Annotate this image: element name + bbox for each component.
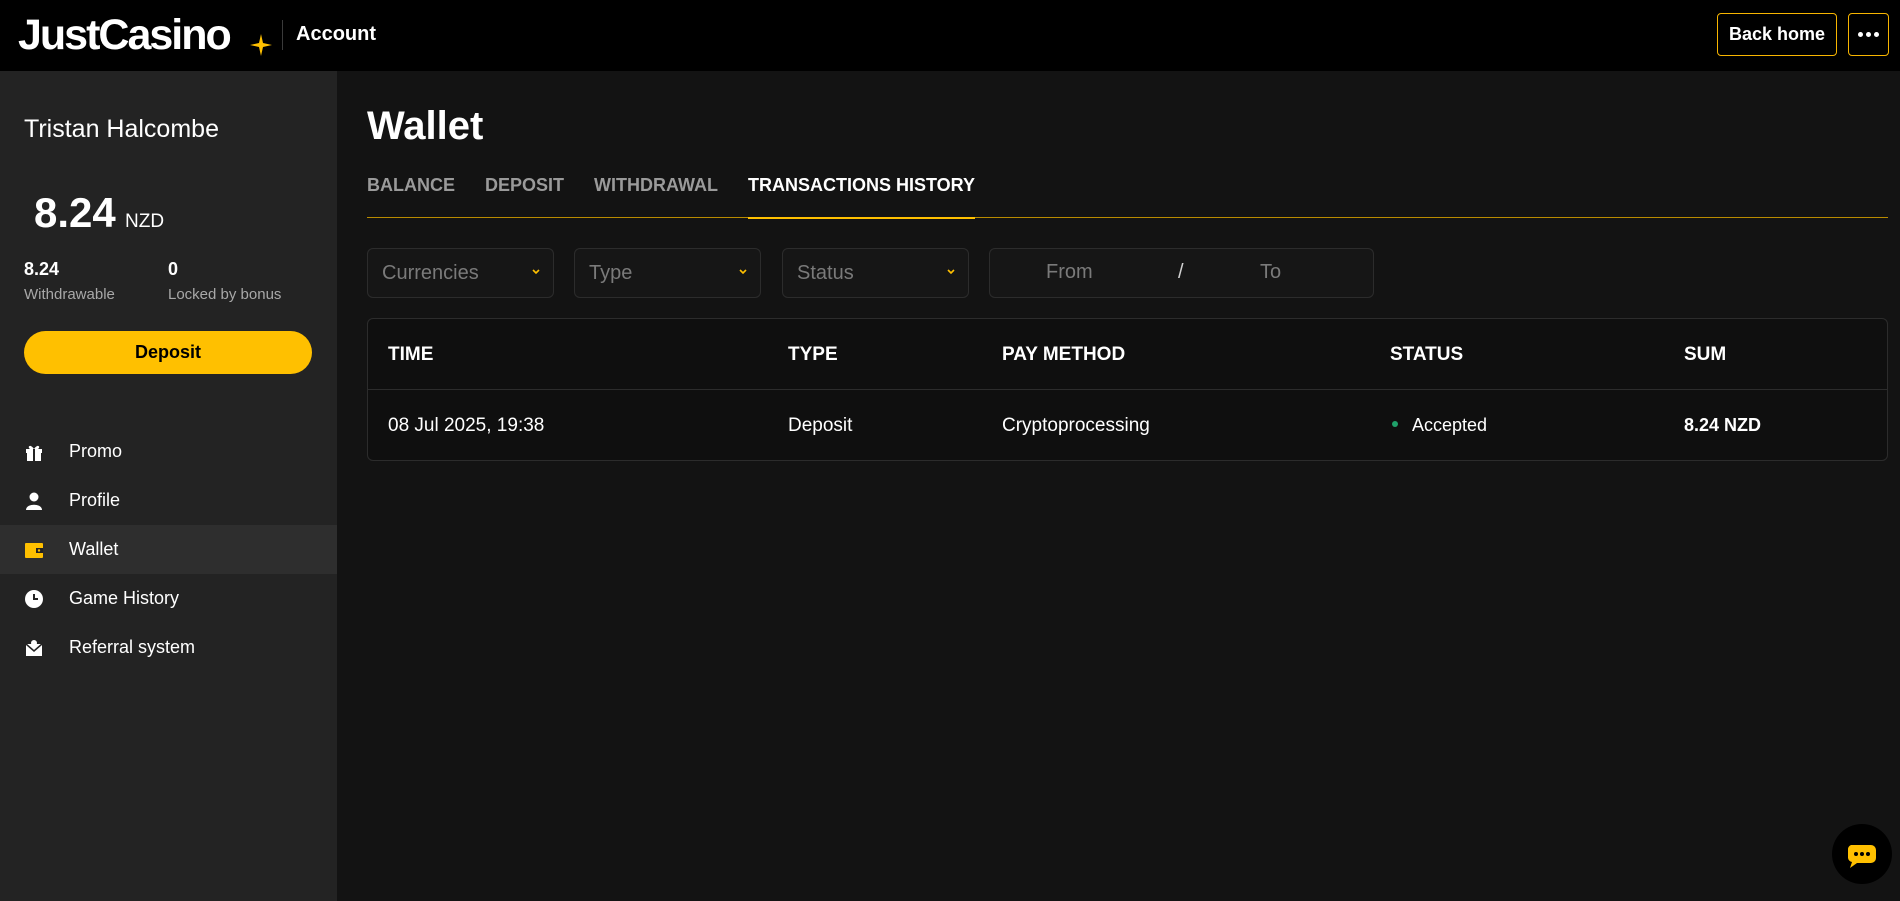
date-from-input[interactable]: From [1046,261,1093,284]
currencies-select-label: Currencies [382,261,479,284]
chat-support-button[interactable] [1832,824,1892,884]
user-icon [24,491,44,511]
type-select-label: Type [589,261,633,284]
wallet-tabs: BALANCE DEPOSIT WITHDRAWAL TRANSACTIONS … [367,172,1888,219]
balance-amount: 8.24 [34,189,116,236]
status-dot-icon [1392,421,1398,427]
gift-icon [24,442,44,462]
cell-sum: 8.24 NZD [1684,415,1762,435]
chevron-down-icon [947,269,955,275]
type-select[interactable]: Type [574,248,761,298]
chevron-down-icon [532,269,540,275]
currencies-select[interactable]: Currencies [367,248,554,298]
transactions-table: TIME TYPE PAY METHOD STATUS SUM 08 Jul 2… [367,318,1888,461]
date-to-input[interactable]: To [1260,261,1281,284]
back-home-button[interactable]: Back home [1717,13,1837,56]
cell-status: Accepted [1412,415,1488,435]
sidebar-nav: Promo Profile Wallet Game History Referr… [0,427,337,672]
status-select-label: Status [797,261,854,284]
tab-transactions-history[interactable]: TRANSACTIONS HISTORY [748,172,976,219]
top-header: JustCasino Account Back home [0,0,1900,71]
sidebar-item-game-history[interactable]: Game History [0,574,337,623]
column-header-time: TIME [388,344,434,365]
chevron-down-icon [739,269,747,275]
star-icon [250,34,272,56]
sidebar-item-label: Promo [69,441,123,461]
sidebar-item-profile[interactable]: Profile [0,476,337,525]
status-select[interactable]: Status [782,248,969,298]
sidebar-item-promo[interactable]: Promo [0,427,337,476]
sidebar-item-referral[interactable]: Referral system [0,623,337,672]
sidebar-item-wallet[interactable]: Wallet [0,525,337,574]
table-header [368,319,1887,390]
header-divider [282,20,283,50]
locked-label: Locked by bonus [168,286,282,303]
sidebar: Tristan Halcombe 8.24 NZD 8.24 Withdrawa… [0,71,337,901]
date-separator: / [1178,261,1184,283]
sidebar-item-label: Profile [69,490,121,510]
tab-withdrawal[interactable]: WITHDRAWAL [594,172,718,218]
sidebar-item-label: Referral system [69,637,196,657]
deposit-button[interactable]: Deposit [24,331,312,374]
sidebar-item-label: Wallet [69,539,119,559]
cell-time: 08 Jul 2025, 19:38 [388,415,545,436]
header-title: Account [296,23,376,45]
tab-balance[interactable]: BALANCE [367,172,455,218]
column-header-status: STATUS [1390,344,1464,365]
more-menu-button[interactable] [1848,13,1889,56]
withdrawable-label: Withdrawable [24,286,115,303]
user-name: Tristan Halcombe [24,115,219,143]
withdrawable-value: 8.24 [24,259,60,279]
balance-currency: NZD [125,211,165,232]
clock-icon [24,589,44,609]
sidebar-item-label: Game History [69,588,180,608]
page-title: Wallet [367,104,484,148]
tab-deposit[interactable]: DEPOSIT [485,172,564,218]
cell-pay-method: Cryptoprocessing [1002,415,1150,436]
column-header-type: TYPE [788,344,838,365]
wallet-icon [24,540,44,560]
date-range-picker[interactable]: From / To [989,248,1374,298]
envelope-icon [24,638,44,658]
locked-value: 0 [168,259,179,279]
cell-type: Deposit [788,415,853,436]
chat-icon [1847,845,1876,868]
justcasino-logo[interactable]: JustCasino [18,10,232,60]
column-header-pay-method: PAY METHOD [1002,344,1126,365]
column-header-sum: SUM [1684,344,1727,365]
ellipsis-icon [1858,32,1863,37]
